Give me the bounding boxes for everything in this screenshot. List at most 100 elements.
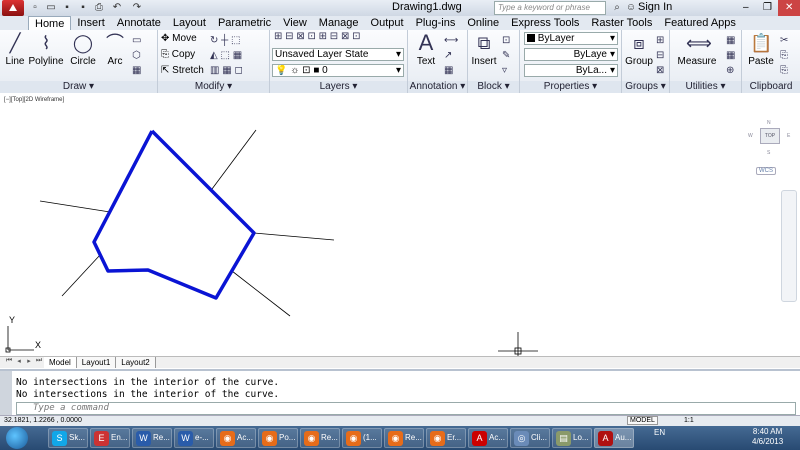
layers-panel-label[interactable]: Layers ▾ — [270, 81, 407, 93]
tab-plugins[interactable]: Plug-ins — [410, 16, 462, 30]
groups-panel-label[interactable]: Groups ▾ — [622, 81, 669, 93]
viewport-controls[interactable]: [−][Top][2D Wireframe] — [4, 97, 64, 103]
viewcube-top-face[interactable]: TOP — [760, 128, 780, 144]
taskbar-item[interactable]: W Re... — [132, 428, 172, 448]
taskbar-item[interactable]: A Ac... — [468, 428, 508, 448]
taskbar-item[interactable]: ◉ Ac... — [216, 428, 256, 448]
tab-featured-apps[interactable]: Featured Apps — [658, 16, 742, 30]
tab-home[interactable]: Home — [28, 16, 72, 30]
tab-model[interactable]: Model — [44, 357, 77, 368]
coordinates-readout[interactable]: 32.1821, 1.2266 , 0.0000 — [4, 417, 82, 424]
sign-in-button[interactable]: Sign In — [638, 1, 672, 13]
group-button[interactable]: ⧈ Group — [624, 32, 654, 67]
redo-icon[interactable]: ↷ — [130, 1, 144, 15]
copy-button[interactable]: ⎘ Copy — [161, 49, 195, 60]
taskbar-item[interactable]: ◉ Re... — [384, 428, 424, 448]
next-tab-icon[interactable]: ▸ — [24, 357, 34, 368]
taskbar-item[interactable]: ◎ Cli... — [510, 428, 550, 448]
utilities-tools-icons[interactable]: ▦ ▦ ⊕ — [726, 33, 735, 78]
tab-manage[interactable]: Manage — [313, 16, 365, 30]
tab-layout[interactable]: Layout — [167, 16, 212, 30]
taskbar-item[interactable]: ▤ Lo... — [552, 428, 592, 448]
clipboard-tools-icons[interactable]: ✂ ⎘ ⎘ — [780, 33, 788, 78]
compass-north[interactable]: N — [767, 120, 771, 126]
move-button[interactable]: ✥ Move — [161, 33, 197, 44]
navigation-bar[interactable] — [781, 190, 797, 302]
stretch-button[interactable]: ⇱ Stretch — [161, 65, 204, 76]
circle-button[interactable]: ◯ Circle — [68, 32, 98, 67]
taskbar-item[interactable]: ◉ Re... — [300, 428, 340, 448]
taskbar-item[interactable]: We-... — [174, 428, 214, 448]
model-space-button[interactable]: MODEL — [627, 416, 658, 425]
draw-panel-label[interactable]: Draw ▾ — [0, 81, 157, 93]
command-input[interactable]: Type a command — [16, 402, 796, 415]
tab-layout2[interactable]: Layout2 — [116, 357, 156, 368]
compass-east[interactable]: E — [787, 133, 790, 139]
taskbar-item[interactable]: ◉ (1... — [342, 428, 382, 448]
properties-panel-label[interactable]: Properties ▾ — [520, 81, 621, 93]
start-button[interactable] — [6, 427, 28, 449]
lineweight-select[interactable]: ByLa... ▾ — [524, 64, 618, 77]
taskbar-item[interactable]: ◉ Po... — [258, 428, 298, 448]
annotation-panel-label[interactable]: Annotation ▾ — [408, 81, 467, 93]
drawing-canvas[interactable]: Y X — [0, 94, 800, 356]
paste-button[interactable]: 📋 Paste — [746, 32, 776, 67]
first-tab-icon[interactable]: ⏮ — [4, 357, 14, 368]
tab-insert[interactable]: Insert — [71, 16, 111, 30]
compass-west[interactable]: W — [748, 133, 753, 139]
insert-button[interactable]: ⧉ Insert — [470, 32, 498, 67]
wcs-menu[interactable]: WCS — [756, 167, 776, 175]
open-icon[interactable]: ▭ — [44, 1, 58, 15]
tab-online[interactable]: Online — [461, 16, 505, 30]
tab-output[interactable]: Output — [365, 16, 410, 30]
saveas-icon[interactable]: ▪ — [76, 1, 90, 15]
tab-parametric[interactable]: Parametric — [212, 16, 277, 30]
polyline-button[interactable]: ⌇ Polyline — [28, 32, 64, 67]
compass-south[interactable]: S — [767, 150, 770, 156]
clock[interactable]: 8:40 AM 4/6/2013 — [752, 427, 783, 447]
taskbar-item[interactable]: E En... — [90, 428, 130, 448]
close-icon[interactable]: ✕ — [778, 0, 800, 16]
tab-annotate[interactable]: Annotate — [111, 16, 167, 30]
draw-tools-icons[interactable]: ▭ ⬡ ▦ — [132, 33, 141, 78]
tab-layout1[interactable]: Layout1 — [76, 357, 117, 368]
maximize-icon[interactable]: ❐ — [757, 0, 779, 16]
search-input[interactable]: Type a keyword or phrase — [494, 1, 606, 15]
tab-view[interactable]: View — [277, 16, 313, 30]
application-menu-button[interactable] — [2, 0, 24, 16]
prev-tab-icon[interactable]: ◂ — [14, 357, 24, 368]
taskbar-item-autocad[interactable]: A Au... — [594, 428, 634, 448]
text-button[interactable]: A Text — [412, 32, 440, 68]
layer-state-select[interactable]: Unsaved Layer State ▾ — [272, 48, 404, 61]
language-indicator[interactable]: EN — [654, 428, 665, 437]
annotation-tools-icons[interactable]: ⟷ ↗ ▦ — [444, 33, 458, 78]
groups-tools-icons[interactable]: ⊞ ⊟ ⊠ — [656, 33, 664, 78]
color-select[interactable]: ByLayer ▾ — [524, 32, 618, 45]
layer-select[interactable]: 💡 ☼ ⊡ ■ 0 ▾ — [272, 64, 404, 77]
user-icon[interactable]: ☺ — [624, 1, 638, 15]
binoculars-icon[interactable]: ⌕ — [610, 1, 624, 15]
tab-raster-tools[interactable]: Raster Tools — [585, 16, 658, 30]
last-tab-icon[interactable]: ⏭ — [34, 357, 44, 368]
new-icon[interactable]: ▫ — [28, 1, 42, 15]
undo-icon[interactable]: ↶ — [110, 1, 124, 15]
tab-express-tools[interactable]: Express Tools — [505, 16, 585, 30]
modify-panel-label[interactable]: Modify ▾ — [158, 81, 269, 93]
save-icon[interactable]: ▪ — [60, 1, 74, 15]
layer-tools-icons[interactable]: ⊞ ⊟ ⊠ ⊡ ⊞ ⊟ ⊠ ⊡ — [274, 31, 360, 42]
block-panel-label[interactable]: Block ▾ — [468, 81, 519, 93]
command-window-handle[interactable] — [0, 371, 12, 417]
minimize-icon[interactable]: – — [735, 0, 757, 16]
measure-button[interactable]: ⟺ Measure — [674, 32, 720, 67]
block-tools-icons[interactable]: ⊡ ✎ ▿ — [502, 33, 510, 78]
utilities-panel-label[interactable]: Utilities ▾ — [670, 81, 741, 93]
taskbar-item[interactable]: S Sk... — [48, 428, 88, 448]
clipboard-panel-label[interactable]: Clipboard — [742, 81, 800, 93]
linetype-select[interactable]: ByLaye ▾ — [524, 48, 618, 61]
plot-icon[interactable]: ⎙ — [92, 1, 106, 15]
taskbar-item[interactable]: ◉ Er... — [426, 428, 466, 448]
modify-tools-icons[interactable]: ↻ ┼ ⬚ ◭ ⬚ ▦ ▥ ▦ ◻ — [210, 33, 243, 78]
annotation-scale[interactable]: 1:1 — [684, 417, 694, 424]
line-button[interactable]: ╱ Line — [2, 32, 28, 67]
arc-button[interactable]: ⌒ Arc — [102, 32, 128, 67]
